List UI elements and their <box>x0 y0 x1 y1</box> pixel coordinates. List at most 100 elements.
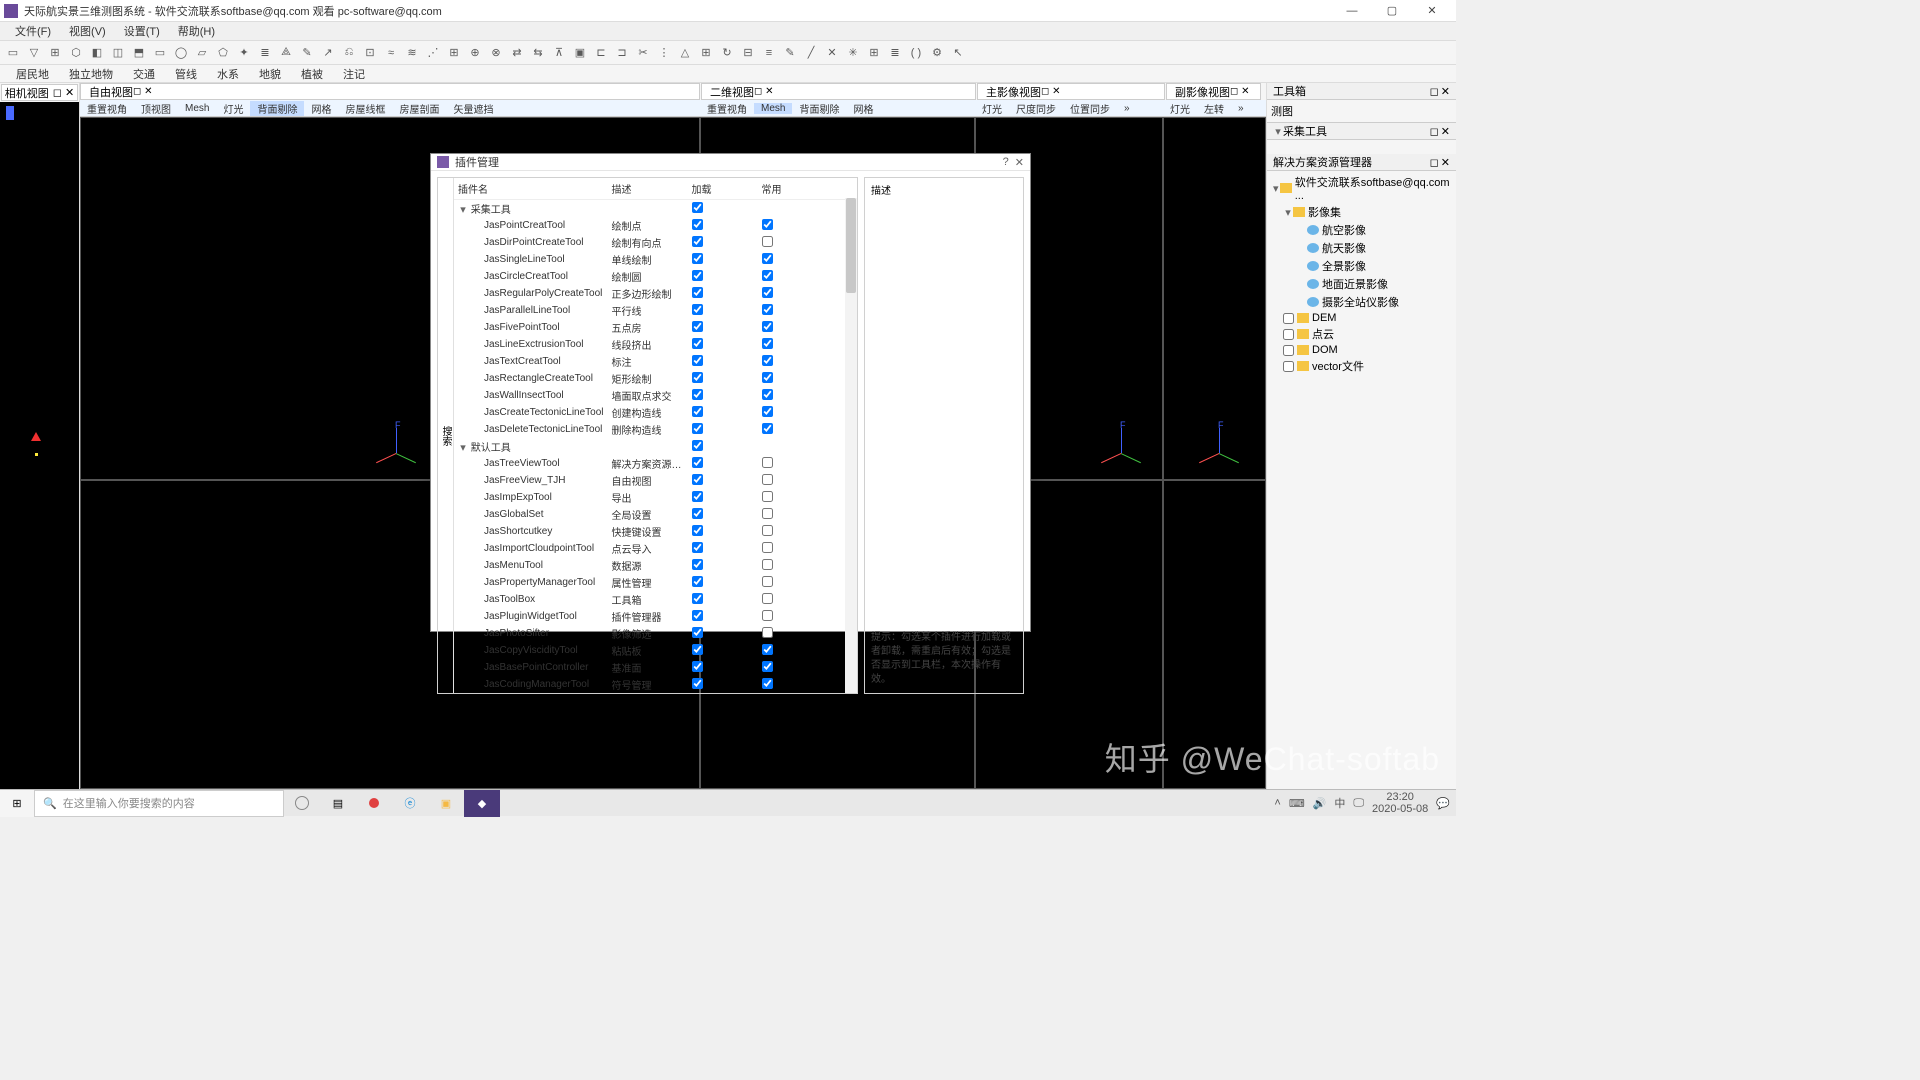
plugin-row[interactable]: JasPhotoSifter影像筛选 <box>454 625 857 642</box>
app-icon[interactable]: ◆ <box>464 790 500 817</box>
cortana-icon[interactable] <box>284 790 320 817</box>
close-button[interactable]: ✕ <box>1015 156 1024 169</box>
ime-icon[interactable]: 中 <box>1334 795 1345 811</box>
load-checkbox[interactable] <box>692 423 703 434</box>
load-checkbox[interactable] <box>692 491 703 502</box>
tool-icon[interactable]: ⊼ <box>550 44 568 62</box>
tree-dom[interactable]: DOM <box>1269 343 1454 357</box>
tool-icon[interactable]: ↗ <box>319 44 337 62</box>
load-checkbox[interactable] <box>692 457 703 468</box>
common-checkbox[interactable] <box>762 610 773 621</box>
load-checkbox[interactable] <box>692 542 703 553</box>
tool-icon[interactable]: ≣ <box>256 44 274 62</box>
tool-icon[interactable]: ▭ <box>151 44 169 62</box>
common-checkbox[interactable] <box>762 389 773 400</box>
sub-img-viewport[interactable]: F <box>1163 117 1266 480</box>
tool-icon[interactable]: ╱ <box>802 44 820 62</box>
common-checkbox[interactable] <box>762 678 773 689</box>
plugin-row[interactable]: JasCodingManagerTool符号管理 <box>454 676 857 693</box>
tool-icon[interactable]: ⊞ <box>697 44 715 62</box>
notifications-icon[interactable]: 💬 <box>1436 797 1450 810</box>
viewport[interactable] <box>1163 480 1266 789</box>
common-checkbox[interactable] <box>762 355 773 366</box>
plugin-row[interactable]: JasTreeViewTool解决方案资源… <box>454 455 857 472</box>
tree-item[interactable]: 摄影全站仪影像 <box>1269 293 1454 311</box>
ribbon-item[interactable]: 植被 <box>291 66 333 82</box>
menu-help[interactable]: 帮助(H) <box>169 23 224 39</box>
camera-view-tab[interactable]: 相机视图 ◻ ✕ <box>1 84 78 101</box>
ribbon-item[interactable]: 交通 <box>123 66 165 82</box>
tool-icon[interactable]: ✦ <box>235 44 253 62</box>
tool-icon[interactable]: ⊞ <box>865 44 883 62</box>
vt-mesh[interactable]: Mesh <box>178 103 216 114</box>
load-checkbox[interactable] <box>692 508 703 519</box>
tool-icon[interactable]: ⊡ <box>361 44 379 62</box>
tool-icon[interactable]: ▽ <box>25 44 43 62</box>
load-checkbox[interactable] <box>692 304 703 315</box>
start-button[interactable]: ⊞ <box>0 790 34 817</box>
plugin-row[interactable]: JasPluginWidgetTool插件管理器 <box>454 608 857 625</box>
load-checkbox[interactable] <box>692 406 703 417</box>
scrollbar[interactable] <box>845 198 857 693</box>
plugin-row[interactable]: JasParallelLineTool平行线 <box>454 302 857 319</box>
plugin-row[interactable]: JasShortcutkey快捷键设置 <box>454 523 857 540</box>
tool-icon[interactable]: ✂ <box>634 44 652 62</box>
close-icon[interactable]: ✕ <box>1441 85 1450 98</box>
ribbon-item[interactable]: 地貌 <box>249 66 291 82</box>
col-common[interactable]: 常用 <box>758 178 857 200</box>
tab-free-view[interactable]: 自由视图 ◻ ✕ <box>80 83 700 100</box>
load-checkbox[interactable] <box>692 389 703 400</box>
common-checkbox[interactable] <box>762 508 773 519</box>
common-checkbox[interactable] <box>762 270 773 281</box>
plugin-row[interactable]: JasPointCreatTool绘制点 <box>454 217 857 234</box>
common-checkbox[interactable] <box>762 593 773 604</box>
tool-icon[interactable]: ⎌ <box>340 44 358 62</box>
common-checkbox[interactable] <box>762 236 773 247</box>
camera-viewport[interactable] <box>0 102 79 789</box>
close-icon[interactable]: ✕ <box>1441 156 1450 169</box>
plugin-row[interactable]: JasPropertyManagerTool属性管理 <box>454 574 857 591</box>
plugin-row[interactable]: JasRectangleCreateTool矩形绘制 <box>454 370 857 387</box>
volume-icon[interactable]: 🔊 <box>1313 797 1327 810</box>
load-checkbox[interactable] <box>692 678 703 689</box>
vt-backface[interactable]: 背面剔除 <box>250 101 304 116</box>
load-checkbox[interactable] <box>692 236 703 247</box>
tool-icon[interactable]: ≣ <box>886 44 904 62</box>
clock[interactable]: 23:20 2020-05-08 <box>1372 791 1428 815</box>
tab-main-image[interactable]: 主影像视图 ◻ ✕ <box>977 83 1165 100</box>
menu-view[interactable]: 视图(V) <box>60 23 115 39</box>
common-checkbox[interactable] <box>762 372 773 383</box>
network-icon[interactable]: 🖵 <box>1353 797 1364 810</box>
tool-icon[interactable]: ↻ <box>718 44 736 62</box>
vt-top[interactable]: 顶视图 <box>134 101 178 116</box>
common-checkbox[interactable] <box>762 491 773 502</box>
tool-icon[interactable]: ◯ <box>172 44 190 62</box>
close-button[interactable]: ✕ <box>1412 0 1452 22</box>
plugin-row[interactable]: JasImpExpTool导出 <box>454 489 857 506</box>
load-checkbox[interactable] <box>692 644 703 655</box>
tool-icon[interactable]: ( ) <box>907 44 925 62</box>
col-desc[interactable]: 描述 <box>608 178 688 200</box>
common-checkbox[interactable] <box>762 423 773 434</box>
plugin-row[interactable]: JasRegularPolyCreateTool正多边形绘制 <box>454 285 857 302</box>
ribbon-item[interactable]: 独立地物 <box>59 66 123 82</box>
plugin-row[interactable]: JasDirPointCreateTool绘制有向点 <box>454 234 857 251</box>
dock-icon[interactable]: ◻ <box>1430 156 1439 169</box>
vt-section[interactable]: 房屋剖面 <box>392 101 446 116</box>
help-button[interactable]: ? <box>1003 156 1009 169</box>
vt-wireframe[interactable]: 房屋线框 <box>338 101 392 116</box>
tool-icon[interactable]: ⋰ <box>424 44 442 62</box>
plugin-row[interactable]: JasDeleteTectonicLineTool删除构造线 <box>454 421 857 438</box>
ribbon-item[interactable]: 居民地 <box>6 66 59 82</box>
tree-imgset[interactable]: ▾影像集 <box>1269 203 1454 221</box>
plugin-row[interactable]: JasTextCreatTool标注 <box>454 353 857 370</box>
tool-icon[interactable]: ⇄ <box>508 44 526 62</box>
tool-icon[interactable]: ↖ <box>949 44 967 62</box>
dialog-titlebar[interactable]: 插件管理 ? ✕ <box>431 154 1030 171</box>
tool-icon[interactable]: ⬒ <box>130 44 148 62</box>
load-checkbox[interactable] <box>692 610 703 621</box>
search-sidebar[interactable]: 搜索 <box>438 178 454 693</box>
common-checkbox[interactable] <box>762 338 773 349</box>
tool-icon[interactable]: ⊞ <box>445 44 463 62</box>
plugin-row[interactable]: JasFreeView_TJH自由视图 <box>454 472 857 489</box>
